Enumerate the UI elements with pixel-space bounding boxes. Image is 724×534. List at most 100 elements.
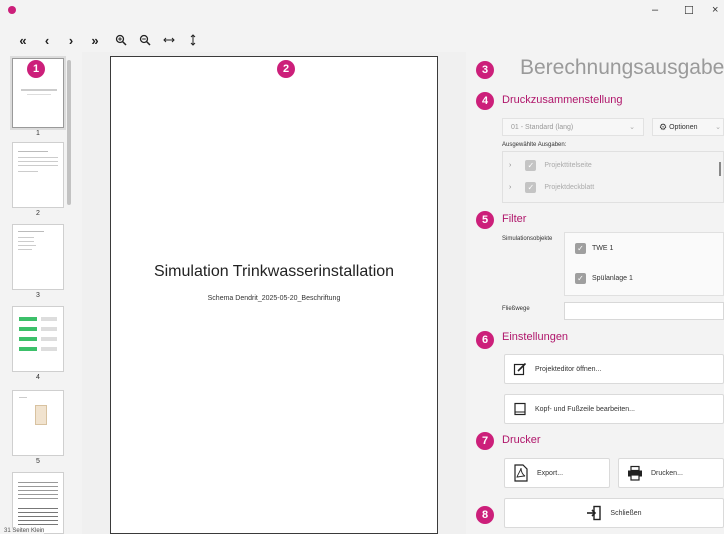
thumbnail-footer: 31 Seiten Klein [4, 528, 45, 534]
preview-page: Simulation Trinkwasserinstallation Schem… [110, 56, 438, 534]
thumb-image [35, 405, 47, 425]
sim-objects-label: Simulationsobjekte [502, 236, 553, 242]
edit-header-footer-label: Kopf- und Fußzeile bearbeiten... [535, 405, 636, 413]
thumb-line [18, 245, 36, 246]
print-preset-dropdown[interactable]: 01 - Standard (lang) ⌄ [502, 118, 644, 136]
app-icon [8, 6, 16, 14]
thumb-line [21, 89, 57, 91]
flow-paths-input[interactable] [564, 302, 724, 320]
print-preset-value: 01 - Standard (lang) [511, 123, 574, 131]
thumb-line [18, 165, 58, 166]
tree-item-label: Projektdeckblatt [544, 184, 595, 191]
thumb-grey-bar [41, 337, 57, 341]
tree-scrollbar[interactable] [719, 162, 721, 176]
export-button[interactable]: Export... [504, 458, 610, 488]
close-label: Schließen [610, 509, 642, 517]
title-bar: – ☐ × [0, 0, 724, 28]
thumb-table [18, 505, 58, 525]
thumbnail-number: 1 [36, 130, 40, 137]
chevron-right-icon: › [509, 184, 512, 191]
thumb-line [18, 161, 58, 162]
badge-3: 3 [476, 61, 494, 79]
gear-icon: ⚙ [659, 121, 668, 132]
document-subtitle: Schema Dendrit_2025-05-20_Beschriftung [207, 295, 341, 302]
thumbnail-number: 5 [36, 458, 40, 465]
thumb-green-bar [19, 317, 37, 321]
sim-object-item[interactable]: ✓ TWE 1 [575, 243, 613, 254]
open-project-editor-button[interactable]: Projekteditor öffnen... [504, 354, 724, 384]
selected-outputs-tree[interactable]: › ✓ Projekttitelseite › ✓ Projektdeckbla… [502, 151, 724, 203]
thumb-line [18, 241, 34, 242]
print-label: Drucken... [651, 469, 683, 477]
document-preview: Simulation Trinkwasserinstallation Schem… [82, 52, 466, 534]
thumb-line [27, 94, 51, 95]
chevron-right-icon: › [509, 162, 512, 169]
thumbnail-scrollbar[interactable] [67, 60, 71, 205]
badge-6: 6 [476, 331, 494, 349]
close-button[interactable]: Schließen [504, 498, 724, 528]
settings-title: Einstellungen [502, 331, 569, 343]
thumbnail-page-4[interactable] [12, 306, 64, 372]
tablet-icon [513, 402, 527, 416]
edit-icon [513, 362, 527, 376]
exit-icon [586, 505, 602, 521]
thumb-line [18, 157, 58, 158]
print-button[interactable]: Drucken... [618, 458, 724, 488]
thumb-green-bar [19, 327, 37, 331]
next-page-button[interactable]: › [62, 31, 80, 49]
zoom-in-button[interactable] [112, 31, 130, 49]
thumb-line [18, 171, 38, 172]
open-project-editor-label: Projekteditor öffnen... [535, 365, 602, 373]
maximize-button[interactable]: ☐ [684, 4, 694, 17]
options-dropdown[interactable]: ⚙ Optionen ⌄ [652, 118, 724, 136]
checkbox-checked[interactable]: ✓ [525, 160, 537, 171]
pdf-icon [513, 464, 529, 482]
chevron-down-icon: ⌄ [629, 124, 635, 131]
chevron-down-icon: ⌄ [715, 124, 721, 131]
badge-1: 1 [27, 60, 45, 78]
export-label: Export... [537, 469, 564, 477]
document-title: Simulation Trinkwasserinstallation [153, 263, 395, 280]
checkbox-checked[interactable]: ✓ [525, 182, 537, 193]
sim-object-label: TWE 1 [592, 245, 614, 252]
checkbox-checked[interactable]: ✓ [575, 273, 586, 284]
first-page-button[interactable]: « [14, 31, 32, 49]
thumb-line [18, 231, 44, 232]
zoom-out-button[interactable] [136, 31, 154, 49]
badge-8: 8 [476, 506, 494, 524]
minimize-button[interactable]: – [652, 4, 658, 16]
tree-item[interactable]: › ✓ Projektdeckblatt [509, 182, 594, 193]
thumb-grey-bar [41, 347, 57, 351]
checkbox-checked[interactable]: ✓ [575, 243, 586, 254]
thumb-grey-bar [41, 317, 57, 321]
sim-objects-list[interactable]: ✓ TWE 1 ✓ Spülanlage 1 [564, 232, 724, 296]
fit-width-icon [163, 37, 175, 43]
thumbnail-page-6[interactable] [12, 472, 64, 534]
badge-5: 5 [476, 211, 494, 229]
tree-item[interactable]: › ✓ Projekttitelseite [509, 160, 592, 171]
thumb-line [19, 397, 27, 398]
edit-header-footer-button[interactable]: Kopf- und Fußzeile bearbeiten... [504, 394, 724, 424]
thumbnail-page-5[interactable] [12, 390, 64, 456]
badge-2: 2 [277, 60, 295, 78]
thumb-line [18, 151, 48, 152]
sim-object-item[interactable]: ✓ Spülanlage 1 [575, 273, 633, 284]
zoom-in-icon [115, 34, 127, 46]
toolbar: « ‹ › » [0, 28, 724, 52]
options-label: Optionen [669, 123, 698, 131]
fit-height-button[interactable] [184, 31, 202, 49]
fit-width-button[interactable] [160, 31, 178, 49]
thumbnail-panel: 1 2 3 4 5 31 Seiten Klein [0, 52, 82, 534]
thumbnail-page-3[interactable] [12, 224, 64, 290]
thumbnail-page-2[interactable] [12, 142, 64, 208]
selected-outputs-label: Ausgewählte Ausgaben: [502, 142, 567, 148]
panel-heading: Berechnungsausgabe [520, 56, 724, 79]
filter-title: Filter [502, 213, 527, 225]
close-window-button[interactable]: × [712, 4, 718, 16]
previous-page-button[interactable]: ‹ [38, 31, 56, 49]
badge-7: 7 [476, 432, 494, 450]
last-page-button[interactable]: » [86, 31, 104, 49]
thumb-grey-bar [41, 327, 57, 331]
sim-object-label: Spülanlage 1 [592, 275, 633, 282]
thumb-green-bar [19, 347, 37, 351]
